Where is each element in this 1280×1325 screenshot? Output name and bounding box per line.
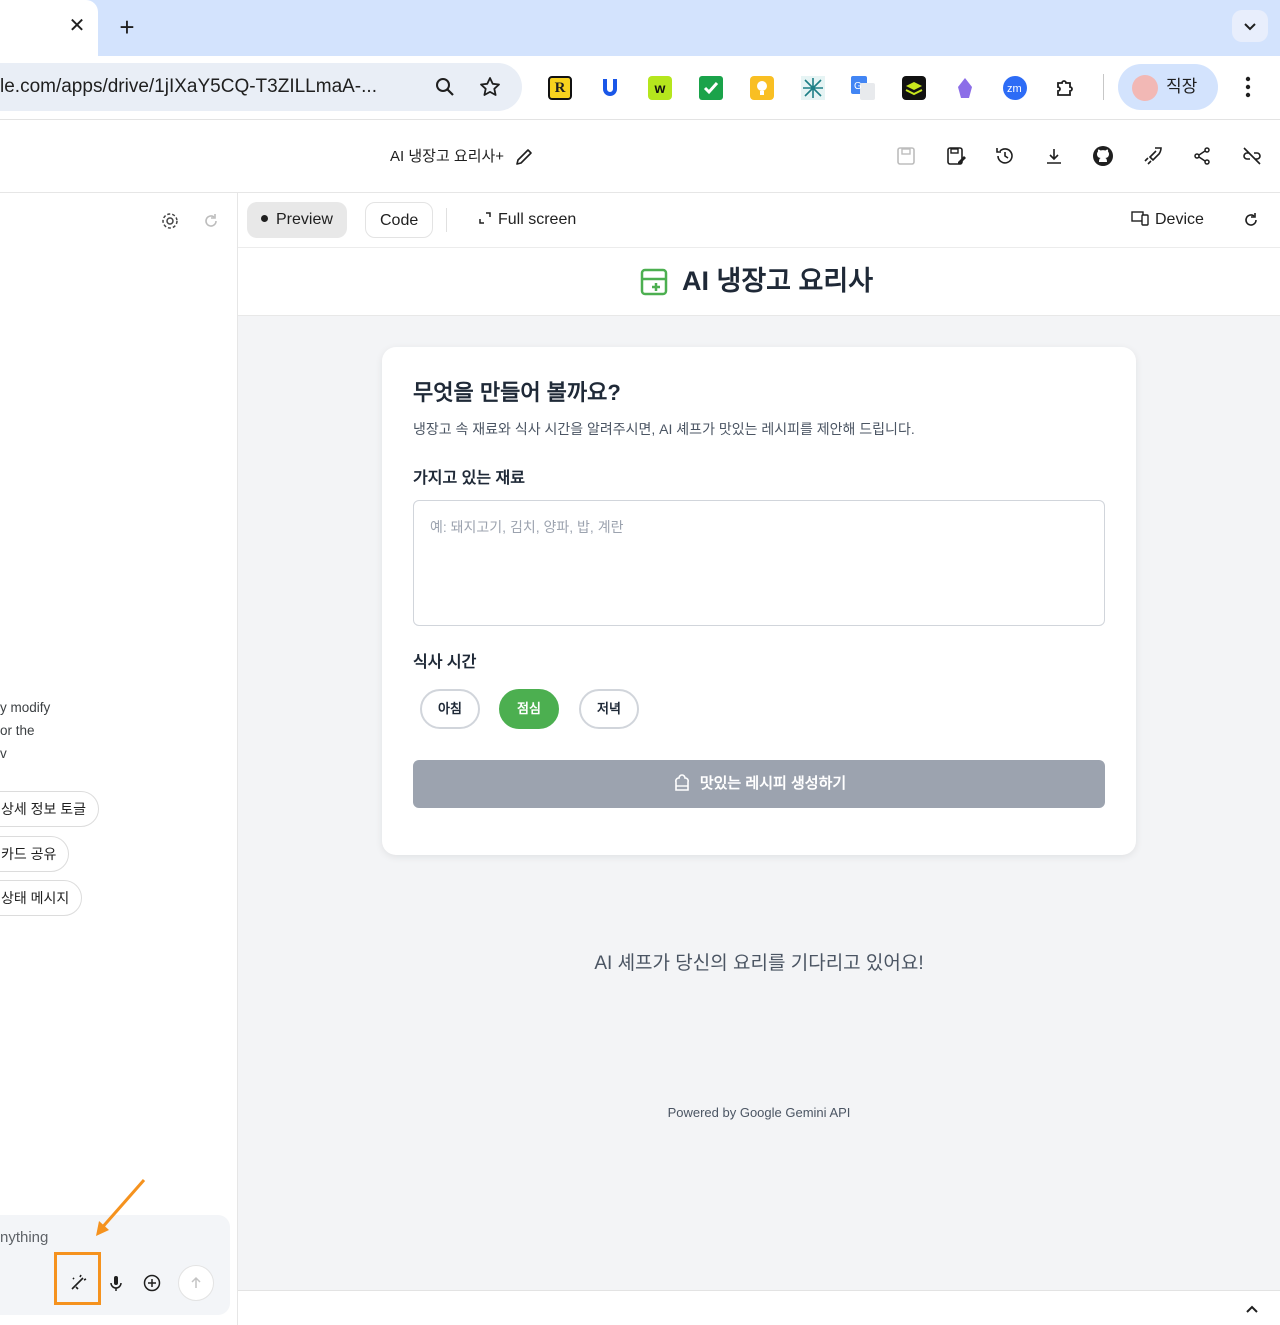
browser-tab[interactable]: ✕ [0,0,98,56]
recipe-form-card: 무엇을 만들어 볼까요? 냉장고 속 재료와 식사 시간을 알려주시면, AI … [382,347,1136,855]
w-extension-icon[interactable]: w [648,76,672,100]
zoom-extension-icon[interactable]: zm [1003,76,1027,100]
browser-toolbar: le.com/apps/drive/1jIXaY5CQ-T3ZILLmaA-..… [0,56,1280,120]
suggestion-chip[interactable]: 카드 공유 [0,836,70,872]
meal-time-label: 식사 시간 [413,654,477,671]
deploy-rocket-icon[interactable] [1142,145,1164,167]
chat-message-text: y modify [0,700,51,715]
arrow-up-icon [191,1276,201,1288]
share-icon[interactable] [1191,145,1213,167]
active-dot [261,215,268,223]
app-header: AI 냉장고 요리사+ [0,121,1280,193]
chevron-up-icon[interactable] [1242,1299,1262,1319]
search-icon[interactable] [433,75,457,99]
device-button[interactable]: Device [1131,202,1204,238]
url-text[interactable]: le.com/apps/drive/1jIXaY5CQ-T3ZILLmaA-..… [0,63,410,111]
github-icon[interactable] [1092,145,1114,167]
fullscreen-button[interactable]: Full screen [478,202,576,238]
save-disabled-icon[interactable] [895,145,917,167]
ingredients-input[interactable] [413,500,1105,626]
tab-preview-label: Preview [276,211,333,228]
meal-option-breakfast[interactable]: 아침 [420,689,480,729]
network-extension-icon[interactable] [801,76,825,100]
footer-credit: Powered by Google Gemini API [667,1105,851,1120]
more-vert-icon[interactable] [1238,74,1258,100]
browser-tabstrip: ✕ + [0,0,1280,56]
suggestion-chip[interactable]: 상태 메시지 [0,880,83,916]
chef-hat-icon [674,773,689,791]
app-title[interactable]: AI 냉장고 요리사+ [390,145,504,169]
extensions-puzzle-icon[interactable] [1054,76,1078,100]
card-title: 무엇을 만들어 볼까요? [413,380,621,405]
fullscreen-label: Full screen [498,211,577,228]
layers-extension-icon[interactable] [902,76,926,100]
annotation-arrow [96,1179,146,1236]
send-button[interactable] [178,1265,214,1301]
crystal-extension-icon[interactable] [953,76,977,100]
expand-icon [479,212,491,225]
ingredients-label: 가지고 있는 재료 [413,470,525,487]
svg-text:zm: zm [1007,83,1022,95]
toolbar-divider [1103,74,1104,100]
app-navbar: AI 냉장고 요리사 [238,248,1280,316]
tab-search-button[interactable] [1232,10,1268,42]
page-title: AI 냉장고 요리사 [682,266,874,296]
suggestion-chip[interactable]: 상세 정보 토글 [0,791,100,827]
refresh-icon[interactable] [201,211,221,231]
translate-extension-icon[interactable]: G [851,76,875,100]
chat-message-text: v [0,746,7,761]
meal-option-lunch[interactable]: 점심 [499,689,559,729]
chat-panel: y modify or the v 상세 정보 토글 카드 공유 상태 메시지 … [0,193,238,1325]
generate-recipe-button[interactable]: 맛있는 레시피 생성하기 [413,760,1105,808]
svg-text:G: G [854,81,862,92]
r-extension-icon[interactable]: R [548,76,572,100]
fridge-logo-icon [640,268,668,296]
download-icon[interactable] [1043,145,1065,167]
profile-button[interactable]: 직장 [1118,64,1218,110]
save-as-icon[interactable] [945,145,967,167]
tab-code-label: Code [380,212,419,229]
bulb-extension-icon[interactable] [750,76,774,100]
card-subtitle: 냉장고 속 재료와 식사 시간을 알려주시면, AI 셰프가 맛있는 레시피를 … [413,421,915,437]
check-extension-icon[interactable] [699,76,723,100]
highlight-annotation [54,1252,101,1305]
pencil-icon[interactable] [514,147,534,167]
profile-name: 직장 [1166,77,1198,96]
tab-code[interactable]: Code [365,202,434,238]
composer-placeholder[interactable]: nything [0,1229,48,1246]
divider [446,208,447,232]
gear-icon[interactable] [160,211,180,231]
console-bar [238,1290,1280,1325]
generate-label: 맛있는 레시피 생성하기 [699,775,847,792]
u-extension-icon[interactable] [598,76,622,100]
link-off-icon[interactable] [1241,145,1263,167]
bookmark-star-icon[interactable] [478,75,502,99]
meal-option-dinner[interactable]: 저녁 [579,689,639,729]
app-content: 무엇을 만들어 볼까요? 냉장고 속 재료와 식사 시간을 알려주시면, AI … [238,316,1280,1290]
address-bar[interactable]: le.com/apps/drive/1jIXaY5CQ-T3ZILLmaA-..… [0,63,522,111]
chevron-down-icon [1244,23,1256,31]
tab-preview[interactable]: Preview [247,202,347,238]
add-circle-icon[interactable] [142,1273,162,1293]
reload-icon[interactable] [1242,211,1260,229]
history-icon[interactable] [994,145,1016,167]
preview-toolbar: Preview Code Full screen Device [238,193,1280,248]
empty-state-message: AI 셰프가 당신의 요리를 기다리고 있어요! [594,953,924,974]
new-tab-button[interactable]: + [112,12,142,42]
device-label: Device [1155,211,1204,228]
devices-icon [1131,211,1149,226]
microphone-icon[interactable] [106,1273,126,1293]
chat-message-text: or the [0,723,35,738]
tab-close-button[interactable]: ✕ [64,12,90,40]
avatar [1132,75,1158,101]
